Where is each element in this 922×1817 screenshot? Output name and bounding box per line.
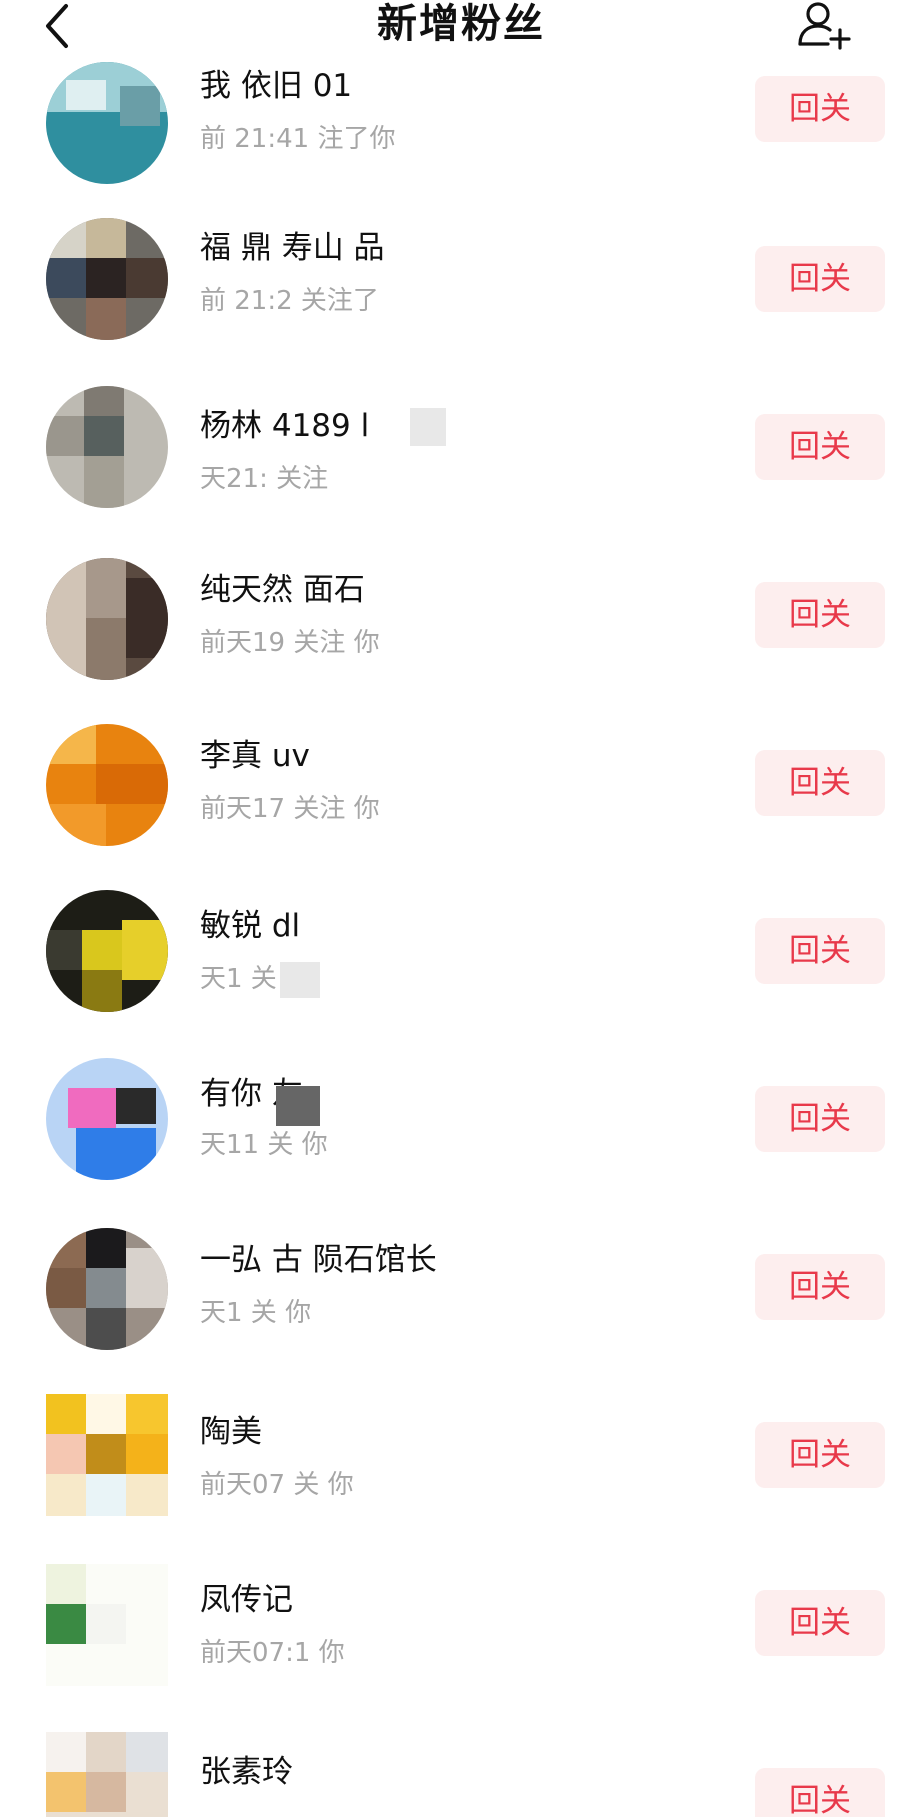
- follow-time: 前天17 关注 你: [200, 794, 380, 824]
- follow-time: 天11 关 你: [200, 1130, 328, 1160]
- list-item[interactable]: 敏锐 dl 天1 关 你 回关: [0, 888, 922, 1056]
- top-bar: 新增粉丝: [0, 0, 922, 58]
- follow-back-button[interactable]: 回关: [755, 918, 885, 984]
- avatar[interactable]: [46, 218, 168, 340]
- follow-time: 天1 关 你: [200, 1298, 312, 1328]
- follower-name: 陶美: [200, 1414, 262, 1450]
- follower-name: 凤传记: [200, 1582, 293, 1618]
- page-title: 新增粉丝: [377, 1, 545, 47]
- follow-back-button[interactable]: 回关: [755, 582, 885, 648]
- redaction: [280, 962, 320, 998]
- avatar[interactable]: [46, 1228, 168, 1350]
- list-item[interactable]: 我 依旧 01 前 21:41 注了你 回关: [0, 48, 922, 216]
- add-user-icon[interactable]: [796, 0, 852, 50]
- list-item[interactable]: 陶美 前天07 关 你 回关: [0, 1392, 922, 1560]
- follower-name: 我 依旧 01: [200, 68, 353, 104]
- follow-time: 前天19 关注 你: [200, 628, 380, 658]
- list-item[interactable]: 纯天然 面石 前天19 关注 你 回关: [0, 552, 922, 720]
- avatar[interactable]: [46, 1058, 168, 1180]
- list-item[interactable]: 一弘 古 陨石馆长 天1 关 你 回关: [0, 1224, 922, 1392]
- list-item[interactable]: 凤传记 前天07:1 你 回关: [0, 1560, 922, 1728]
- follower-name: 福 鼎 寿山 品: [200, 230, 385, 266]
- list-item[interactable]: 有你 友 天11 关 你 回关: [0, 1056, 922, 1224]
- follow-time: 前 21:2 关注了: [200, 286, 379, 316]
- avatar[interactable]: [46, 62, 168, 184]
- follow-back-button[interactable]: 回关: [755, 246, 885, 312]
- avatar[interactable]: [46, 558, 168, 680]
- avatar[interactable]: [46, 1732, 168, 1817]
- follow-back-button[interactable]: 回关: [755, 1768, 885, 1817]
- follow-back-button[interactable]: 回关: [755, 1254, 885, 1320]
- follow-back-button[interactable]: 回关: [755, 1590, 885, 1656]
- avatar[interactable]: [46, 724, 168, 846]
- follower-name: 杨林 4189 l: [200, 408, 370, 444]
- follower-name: 一弘 古 陨石馆长: [200, 1242, 437, 1278]
- list-item[interactable]: 福 鼎 寿山 品 前 21:2 关注了 回关: [0, 216, 922, 384]
- follow-back-button[interactable]: 回关: [755, 750, 885, 816]
- follow-time: 前 21:41 注了你: [200, 124, 396, 154]
- list-item[interactable]: 杨林 4189 l 天21: 关注 回关: [0, 384, 922, 552]
- follow-time: 天21: 关注: [200, 464, 329, 494]
- avatar[interactable]: [46, 386, 168, 508]
- redaction: [410, 408, 446, 446]
- follower-name: 张素玲: [200, 1754, 293, 1790]
- avatar[interactable]: [46, 1394, 168, 1516]
- redaction: [276, 1086, 320, 1126]
- avatar[interactable]: [46, 1564, 168, 1686]
- follower-name: 纯天然 面石: [200, 572, 365, 608]
- list-item[interactable]: 张素玲 回关: [0, 1728, 922, 1817]
- follow-time: 前天07:1 你: [200, 1638, 345, 1668]
- follow-back-button[interactable]: 回关: [755, 1086, 885, 1152]
- follow-back-button[interactable]: 回关: [755, 414, 885, 480]
- list-item[interactable]: 李真 uv 前天17 关注 你 回关: [0, 720, 922, 888]
- follow-time: 前天07 关 你: [200, 1470, 354, 1500]
- avatar[interactable]: [46, 890, 168, 1012]
- follow-back-button[interactable]: 回关: [755, 1422, 885, 1488]
- follower-name: 敏锐 dl: [200, 908, 301, 944]
- follower-name: 李真 uv: [200, 738, 310, 774]
- follow-back-button[interactable]: 回关: [755, 76, 885, 142]
